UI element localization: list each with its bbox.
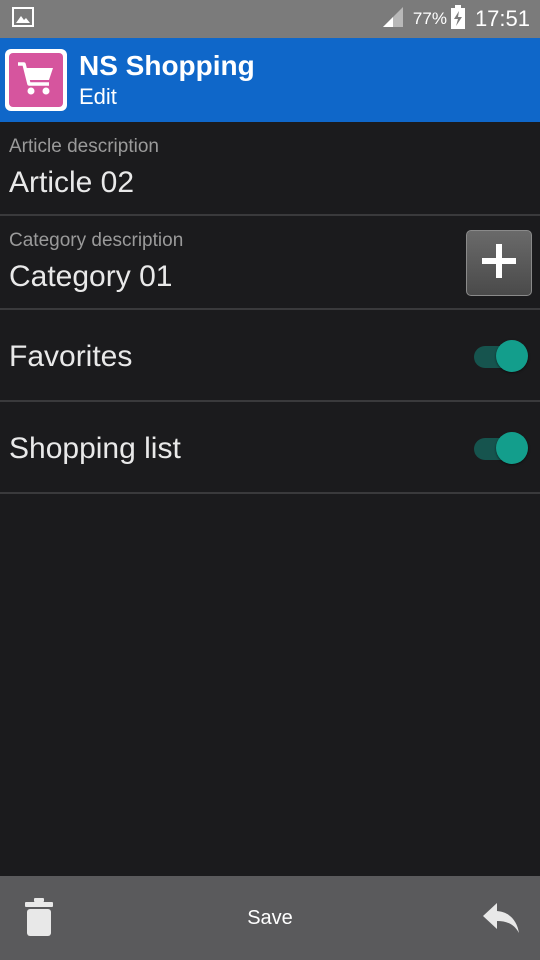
- trash-icon: [25, 897, 53, 941]
- reply-icon: [481, 901, 521, 940]
- bottom-action-bar: Save: [0, 876, 540, 960]
- battery-percent: 77%: [412, 9, 447, 28]
- app-title: NS Shopping: [79, 50, 255, 81]
- category-field[interactable]: Category description Category 01: [0, 216, 540, 310]
- switch-thumb: [496, 340, 528, 372]
- signal-icon: [381, 6, 405, 33]
- back-button[interactable]: [478, 900, 524, 940]
- plus-icon: [480, 242, 518, 285]
- delete-button[interactable]: [22, 897, 56, 941]
- favorites-label: Favorites: [9, 340, 133, 373]
- app-logo: [5, 49, 67, 111]
- article-field[interactable]: Article description Article 02: [0, 122, 540, 216]
- app-subtitle: Edit: [79, 84, 117, 109]
- app-bar: NS Shopping Edit: [0, 38, 540, 122]
- favorites-switch[interactable]: [472, 340, 530, 372]
- add-category-button[interactable]: [466, 230, 532, 296]
- article-value[interactable]: Article 02: [9, 166, 134, 200]
- category-value[interactable]: Category 01: [9, 260, 172, 294]
- clock: 17:51: [474, 6, 530, 31]
- shopping-list-switch[interactable]: [472, 432, 530, 464]
- image-notification-icon: [12, 6, 34, 32]
- status-bar: 77% 17:51: [0, 0, 540, 38]
- shopping-list-row: Shopping list: [0, 402, 540, 494]
- switch-thumb: [496, 432, 528, 464]
- shopping-list-label: Shopping list: [9, 432, 181, 465]
- shopping-cart-icon: [16, 60, 56, 101]
- favorites-row: Favorites: [0, 310, 540, 402]
- battery-charging-icon: [450, 4, 465, 34]
- article-label: Article description: [9, 136, 159, 157]
- save-button[interactable]: Save: [220, 900, 320, 936]
- category-label: Category description: [9, 230, 184, 251]
